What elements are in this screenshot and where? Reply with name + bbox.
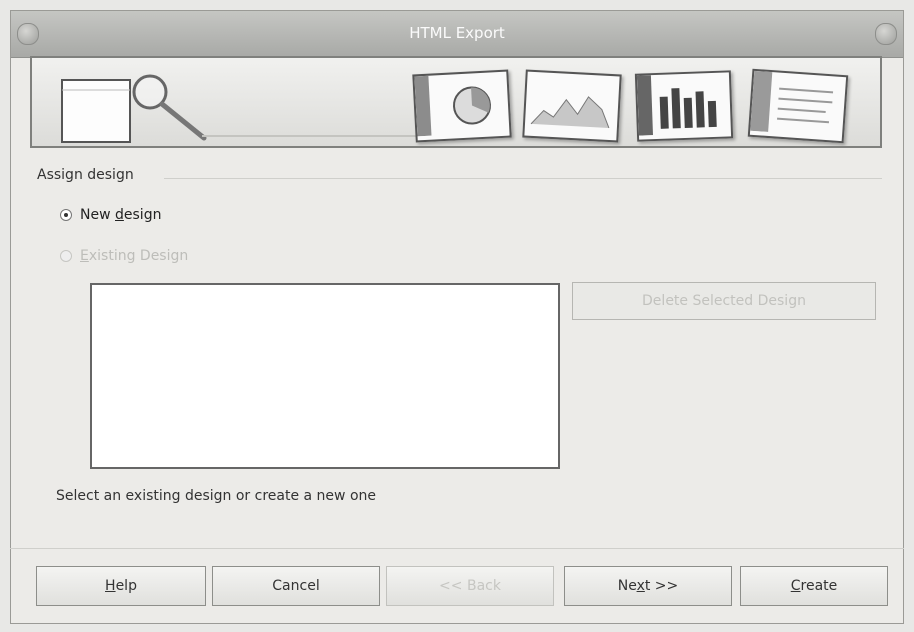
template-thumbnail-pie — [412, 69, 512, 143]
new-design-option[interactable]: New design — [60, 207, 161, 223]
template-thumbnail-bar — [634, 70, 734, 142]
existing-design-label: Existing Design — [80, 248, 189, 264]
window-title: HTML Export — [409, 24, 505, 42]
button-separator — [10, 548, 904, 549]
close-icon[interactable] — [875, 23, 897, 45]
design-list[interactable] — [90, 283, 560, 469]
template-thumbnail-area — [522, 69, 622, 143]
header-banner — [30, 56, 882, 148]
template-thumbnail-text — [747, 68, 849, 144]
group-divider — [164, 178, 882, 179]
cancel-button[interactable]: Cancel — [212, 566, 380, 606]
existing-design-option[interactable]: Existing Design — [60, 248, 188, 264]
delete-selected-design-button[interactable]: Delete Selected Design — [572, 282, 876, 320]
create-button[interactable]: Create — [740, 566, 888, 606]
title-bar: HTML Export — [11, 11, 903, 58]
new-design-label: New design — [80, 207, 162, 223]
existing-design-radio[interactable] — [60, 250, 72, 262]
help-button[interactable]: Help — [36, 566, 206, 606]
next-button[interactable]: Next >> — [564, 566, 732, 606]
hint-text: Select an existing design or create a ne… — [56, 488, 376, 504]
assign-design-label: Assign design — [37, 167, 134, 183]
back-button[interactable]: << Back — [386, 566, 554, 606]
new-design-radio[interactable] — [60, 209, 72, 221]
